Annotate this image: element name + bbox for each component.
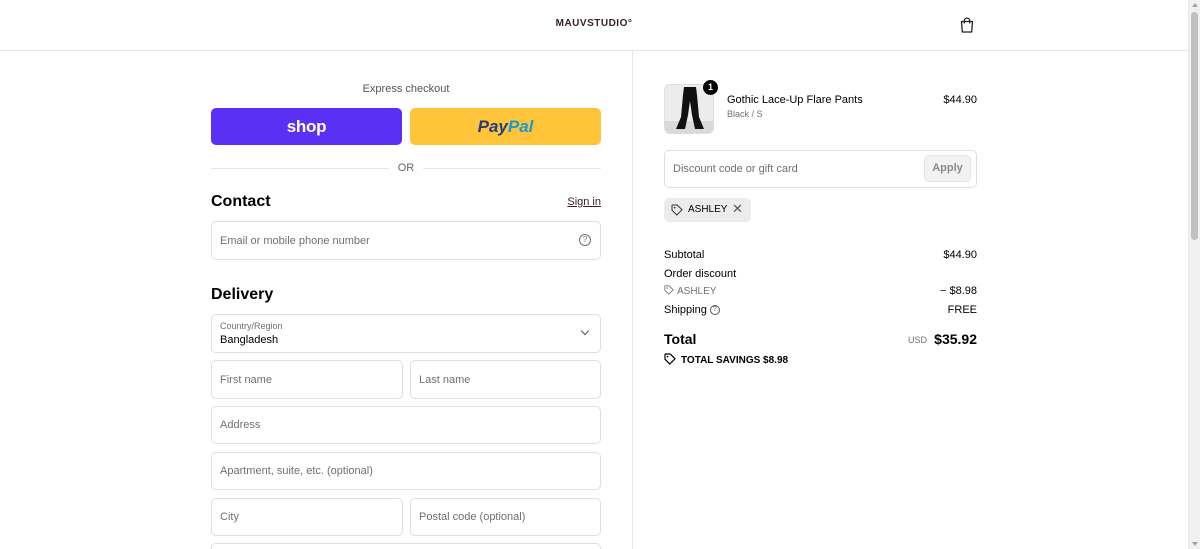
shop-pay-label: shop	[286, 117, 327, 136]
first-name-placeholder: First name	[220, 374, 272, 386]
apply-discount-button[interactable]: Apply	[924, 155, 971, 182]
city-placeholder: City	[220, 511, 239, 523]
apartment-placeholder: Apartment, suite, etc. (optional)	[220, 465, 373, 477]
country-select[interactable]: Country/Region Bangladesh	[211, 314, 601, 353]
page-scrollbar[interactable]	[1188, 0, 1200, 549]
remove-discount-icon[interactable]: ✕	[732, 202, 743, 216]
tag-icon	[671, 204, 683, 216]
shopping-bag-icon[interactable]	[958, 16, 976, 34]
contact-heading: Contact	[211, 193, 271, 210]
product-variant: Black / S	[727, 109, 763, 119]
total-value: $35.92	[934, 331, 977, 347]
postal-code-placeholder: Postal code (optional)	[419, 511, 526, 523]
scroll-up-arrow-icon[interactable]	[1192, 3, 1198, 7]
total-savings: TOTAL SAVINGS $8.98	[664, 353, 788, 366]
apartment-field[interactable]: Apartment, suite, etc. (optional)	[211, 452, 601, 490]
last-name-field[interactable]: Last name	[410, 360, 601, 399]
discount-placeholder: Discount code or gift card	[673, 163, 798, 175]
paypal-logo-part2: Pal	[507, 117, 534, 136]
tag-icon	[664, 353, 676, 365]
discount-code-row: ASHLEY	[664, 285, 716, 297]
chevron-down-icon	[580, 326, 590, 336]
paypal-button[interactable]: PayPal	[410, 108, 601, 145]
applied-discount-chip: ASHLEY ✕	[664, 198, 751, 222]
first-name-field[interactable]: First name	[211, 360, 403, 399]
or-separator: OR	[211, 162, 601, 174]
email-field[interactable]: Email or mobile phone number ?	[211, 221, 601, 260]
discount-value: − $8.98	[939, 285, 977, 297]
phone-field[interactable]	[211, 543, 601, 549]
sign-in-link[interactable]: Sign in	[560, 196, 601, 208]
applied-code-text: ASHLEY	[688, 204, 728, 215]
shop-pay-button[interactable]: shop	[211, 108, 402, 145]
help-circle-icon[interactable]: ?	[579, 234, 591, 246]
tag-icon	[664, 285, 674, 295]
delivery-heading: Delivery	[211, 286, 274, 303]
quantity-badge: 1	[703, 80, 718, 95]
subtotal-label: Subtotal	[664, 249, 705, 261]
scrollbar-thumb[interactable]	[1191, 12, 1198, 240]
or-line-right	[423, 168, 601, 169]
total-savings-text: TOTAL SAVINGS $8.98	[681, 355, 789, 366]
shipping-row: Shipping?	[664, 304, 720, 316]
total-currency: USD	[907, 335, 927, 345]
address-field[interactable]: Address	[211, 406, 601, 444]
subtotal-value: $44.90	[943, 249, 977, 261]
header: MAUVSTUDIO°	[0, 0, 1188, 51]
total-label: Total	[664, 331, 697, 347]
address-placeholder: Address	[220, 419, 261, 431]
discount-code-text: ASHLEY	[677, 286, 717, 297]
shipping-help-icon[interactable]: ?	[709, 305, 720, 316]
column-divider	[632, 51, 633, 549]
last-name-placeholder: Last name	[419, 374, 471, 386]
postal-code-field[interactable]: Postal code (optional)	[410, 498, 601, 536]
order-summary-panel	[633, 51, 1188, 549]
country-label: Country/Region	[220, 321, 283, 331]
product-name: Gothic Lace-Up Flare Pants	[727, 94, 863, 106]
product-price: $44.90	[943, 94, 977, 106]
email-placeholder: Email or mobile phone number	[220, 235, 370, 247]
city-field[interactable]: City	[211, 498, 403, 536]
country-value: Bangladesh	[220, 334, 279, 346]
order-discount-label: Order discount	[664, 268, 737, 280]
shipping-label: Shipping	[664, 304, 707, 316]
scroll-down-arrow-icon[interactable]	[1192, 542, 1198, 546]
express-checkout-label: Express checkout	[362, 83, 450, 95]
shipping-value: FREE	[947, 304, 977, 316]
paypal-logo-part1: Pay	[477, 117, 508, 136]
store-logo[interactable]: MAUVSTUDIO°	[0, 18, 1188, 29]
